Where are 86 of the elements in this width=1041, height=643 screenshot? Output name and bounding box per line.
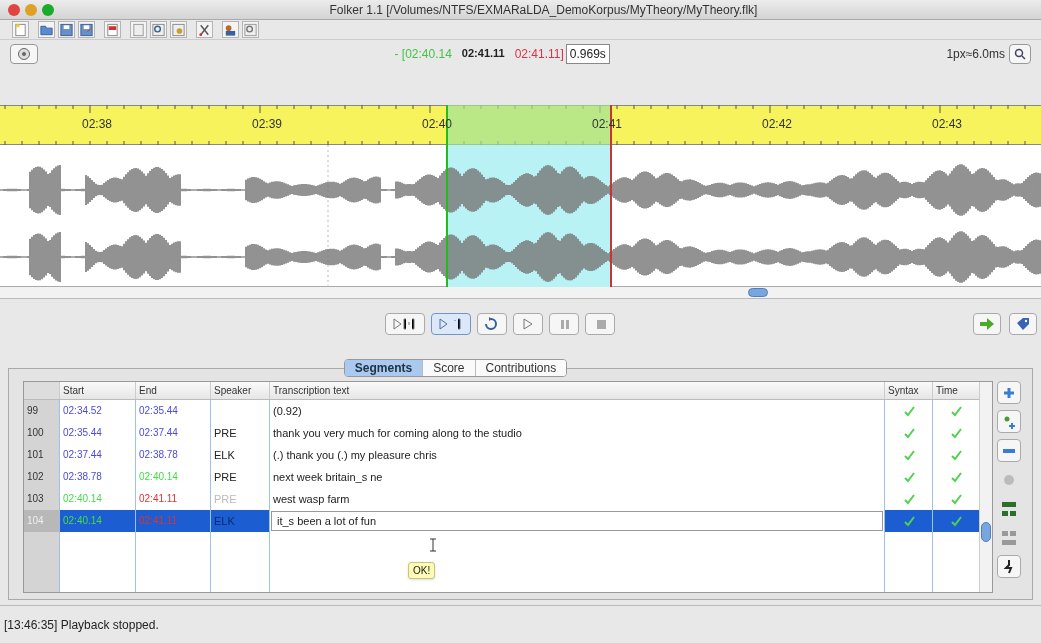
header-corner [24,382,59,399]
play-selection-button[interactable] [385,313,425,335]
status-text: [13:46:35] Playback stopped. [4,616,159,634]
row-number-column [24,532,59,592]
split-icon [1001,529,1017,546]
table-cell: (.) thank you (.) my pleasure chris [273,449,437,461]
duration-field: 0.969s [565,43,610,64]
scroll-thumb[interactable] [748,288,768,297]
vertical-scrollbar[interactable] [979,382,992,592]
table-cell: 02:41.11 [139,493,178,504]
time-label: 02:42 [762,116,794,133]
row-number: 102 [24,466,59,488]
tab[interactable]: Score [422,360,475,376]
stop-button[interactable] [585,313,615,335]
table-cell: (0.92) [273,405,302,417]
selection-end: 02:41.11] [514,45,564,63]
disc-icon [17,46,31,61]
timestamp-button[interactable] [997,555,1021,578]
table-cell: PRE [214,471,237,483]
window-title: Folker 1.1 [/Volumes/NTFS/EXMARaLDA_DemoKorpus/MyTheory/MyTheory.flk] [328,1,759,19]
scroll-thumb[interactable] [981,522,991,542]
tab[interactable]: Contributions [474,360,567,376]
save-as-icon[interactable] [79,21,94,38]
magnifier-icon[interactable] [243,21,258,38]
display-button[interactable] [10,43,38,64]
selection-start: - [02:40.14 [394,45,452,63]
column-header[interactable]: Syntax [888,385,919,396]
table-cell: 02:35.44 [63,427,102,438]
table-cell: PRE [214,427,237,439]
pause-button[interactable] [549,313,579,335]
row-number: 100 [24,422,59,444]
table-cell: ELK [214,515,235,527]
tag-icon [1016,317,1030,331]
text-input-field[interactable]: it_s been a lot of fun [271,511,883,531]
column-header[interactable]: Transcription text [273,385,350,396]
play-button[interactable] [513,313,543,335]
column-header[interactable]: End [139,385,157,396]
audio-file-icon[interactable] [105,21,120,38]
table-cell: 02:37.44 [139,427,178,438]
row-number: 103 [24,488,59,510]
horizontal-scrollbar[interactable] [0,287,1041,299]
add-person-button[interactable] [997,410,1021,433]
table-cell: 02:34.52 [63,405,102,416]
tag-button[interactable] [1009,313,1037,335]
table-cell: 02:40.14 [63,515,102,526]
forward-button[interactable] [973,313,1001,335]
table-cell: 02:40.14 [139,471,178,482]
remove-button[interactable] [997,439,1021,462]
page-icon[interactable] [131,21,146,38]
minus-icon [1003,448,1015,453]
save-icon[interactable] [59,21,74,38]
loop-button[interactable] [477,313,507,335]
table-cell: ELK [214,449,235,461]
merge-icon [1001,500,1017,517]
row-number: 99 [24,400,59,422]
document-settings-icon[interactable] [171,21,186,38]
table-cell: 02:35.44 [139,405,178,416]
time-label: 02:39 [252,116,284,133]
play-to-end-button[interactable] [431,313,471,335]
text-cursor-icon [429,538,437,552]
magnifier-icon [1014,47,1026,60]
table-cell: next week britain_s ne [273,471,383,483]
row-number: 101 [24,444,59,466]
tooltip: OK! [408,562,436,579]
current-time: 02:41.11 [461,46,505,62]
table-cell: west wasp farm [273,493,350,505]
table-cell: 02:38.78 [63,471,102,482]
close-button[interactable] [8,3,20,16]
table-cell: 02:37.44 [63,449,102,460]
table-cell: 02:41.11 [139,515,178,526]
time-label: 02:43 [932,116,964,133]
zoom-label: 1px≈6.0ms [946,45,1005,63]
table-cell: thank you very much for coming along to the studio [273,427,522,439]
table-cell: 02:40.14 [63,493,102,504]
arrow-right-icon [979,317,995,331]
table-cell: 02:38.78 [139,449,178,460]
table-cell: PRE [214,493,237,505]
column-header[interactable]: Speaker [214,385,252,396]
new-document-icon[interactable] [13,21,28,38]
tab[interactable]: Segments [344,360,423,376]
zoom-button[interactable] [1009,43,1031,64]
time-label: 02:38 [82,116,114,133]
add-button[interactable] [997,381,1021,404]
column-header[interactable]: Time [936,385,958,396]
column-header[interactable]: Start [63,385,85,396]
zoom-page-icon[interactable] [151,21,166,38]
